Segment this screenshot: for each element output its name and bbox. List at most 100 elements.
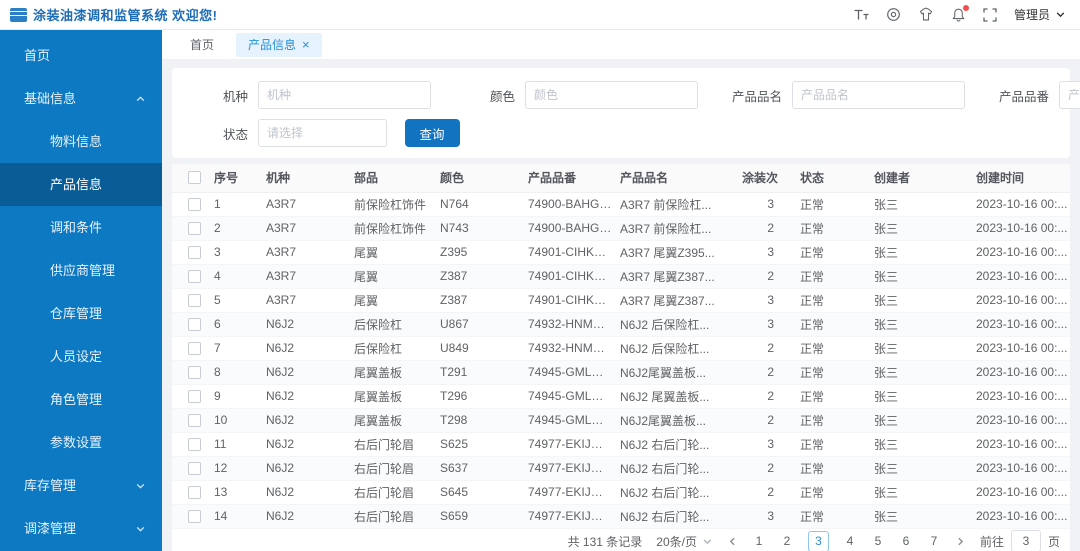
sidebar-item-product-info[interactable]: 产品信息 [0,163,162,206]
cell-coating-times: 3 [734,288,792,313]
page-button-6[interactable]: 6 [899,534,913,548]
chevron-down-icon [135,523,146,534]
page-button-3[interactable]: 3 [807,530,829,551]
cell-part: 后保险杠 [346,336,432,361]
cell-machine: N6J2 [258,312,346,337]
notification-badge [962,4,969,11]
page-button-4[interactable]: 4 [843,534,857,548]
page-button-7[interactable]: 7 [927,534,941,548]
sidebar-item-paint-mgmt[interactable]: 调漆管理 [0,507,162,550]
cell-product-name: A3R7 尾翼Z387... [612,264,734,289]
select-all-checkbox[interactable] [188,171,201,185]
goto-label: 前往 [979,534,1004,549]
cell-part: 右后门轮眉 [346,480,432,505]
theme-shirt-icon[interactable] [918,7,934,22]
cell-product-number: 74932-HNMP0... [520,312,612,337]
cell-product-name: N6J2 后保险杠... [612,312,734,337]
sidebar-item-mix-conditions[interactable]: 调和条件 [0,206,162,249]
cell-coating-times: 2 [734,456,792,481]
next-page-button[interactable] [955,536,966,547]
goto-page-input[interactable] [1010,530,1041,551]
cell-index: 13 [206,480,258,505]
cell-machine: N6J2 [258,336,346,361]
machine-input[interactable] [258,81,431,109]
table-row: 8 N6J2 尾翼盖板 T291 74945-GMLO0... N6J2尾翼盖板... 2 正… [172,360,1070,385]
row-checkbox[interactable] [188,485,201,499]
row-checkbox[interactable] [188,389,201,403]
cell-color: Z387 [432,288,520,313]
sidebar-item-label: 调漆管理 [24,521,77,536]
sidebar-item-supplier-mgmt[interactable]: 供应商管理 [0,249,162,292]
status-select[interactable] [258,119,387,147]
cell-created-time: 2023-10-16 00:... [968,432,1070,457]
cell-index: 7 [206,336,258,361]
sidebar-item-basic-info[interactable]: 基础信息 [0,77,162,120]
cell-machine: N6J2 [258,384,346,409]
close-icon[interactable]: × [302,38,310,51]
sidebar-item-inventory-mgmt[interactable]: 库存管理 [0,464,162,507]
sidebar-item-material-info[interactable]: 物料信息 [0,120,162,163]
row-checkbox[interactable] [188,293,201,307]
prev-page-button[interactable] [727,536,738,547]
tab-product-info[interactable]: 产品信息 × [236,32,322,57]
row-checkbox[interactable] [188,461,201,475]
search-button[interactable]: 查询 [404,119,460,147]
page-button-1[interactable]: 1 [752,534,766,548]
cell-coating-times: 3 [734,504,792,529]
row-checkbox[interactable] [188,269,201,283]
cell-created-time: 2023-10-16 00:... [968,456,1070,481]
cell-coating-times: 2 [734,336,792,361]
page-button-2[interactable]: 2 [780,534,794,548]
table-row: 9 N6J2 尾翼盖板 T296 74945-GMLO0... N6J2 尾翼盖板... 2… [172,384,1070,409]
cell-part: 前保险杠饰件 [346,216,432,241]
cell-part: 尾翼盖板 [346,408,432,433]
product-name-input[interactable] [792,81,965,109]
cell-index: 8 [206,360,258,385]
cell-machine: A3R7 [258,264,346,289]
cell-product-number: 74977-EKIJM0... [520,480,612,505]
sidebar-item-param-settings[interactable]: 参数设置 [0,421,162,464]
sidebar-item-role-mgmt[interactable]: 角色管理 [0,378,162,421]
pagination: 共 131 条记录 20条/页 1234567 前往 页 [172,529,1070,551]
page-button-5[interactable]: 5 [871,534,885,548]
row-checkbox[interactable] [188,365,201,379]
notification-bell-icon[interactable] [951,4,969,23]
user-menu[interactable]: 管理员 [1014,6,1066,23]
page-size-select[interactable]: 20条/页 [656,533,713,550]
column-header-machine: 机种 [258,164,346,193]
cell-coating-times: 2 [734,408,792,433]
font-size-icon[interactable] [853,8,869,22]
filter-label-product-name: 产品品名 [731,89,782,104]
row-checkbox[interactable] [188,245,201,259]
user-name: 管理员 [1013,8,1050,22]
table-row: 14 N6J2 右后门轮眉 S659 74977-EKIJM0... N6J2 右后门轮.… [172,504,1070,529]
cell-status: 正常 [792,480,866,505]
cell-machine: A3R7 [258,240,346,265]
color-input[interactable] [525,81,698,109]
row-checkbox[interactable] [188,317,201,331]
help-circle-icon[interactable] [886,7,901,22]
fullscreen-icon[interactable] [983,7,997,22]
cell-created-time: 2023-10-16 00:... [968,408,1070,433]
cell-color: S645 [432,480,520,505]
sidebar-item-warehouse-mgmt[interactable]: 仓库管理 [0,292,162,335]
cell-creator: 张三 [866,504,968,529]
sidebar-item-label: 供应商管理 [50,263,116,278]
cell-product-name: N6J2 右后门轮... [612,480,734,505]
chevron-down-icon [1055,9,1066,20]
cell-product-name: N6J2 右后门轮... [612,504,734,529]
sidebar-item-personnel-setup[interactable]: 人员设定 [0,335,162,378]
tab-home[interactable]: 首页 [184,33,220,57]
main-area: 首页 产品信息 × 机种 颜色 产品品名 [162,30,1080,551]
row-checkbox[interactable] [188,509,201,523]
cell-machine: N6J2 [258,432,346,457]
row-checkbox[interactable] [188,413,201,427]
sidebar-item-home[interactable]: 首页 [0,34,162,77]
cell-product-number: 74945-GMLO0... [520,408,612,433]
cell-status: 正常 [792,360,866,385]
product-number-input[interactable] [1059,81,1080,109]
row-checkbox[interactable] [188,197,201,211]
row-checkbox[interactable] [188,437,201,451]
row-checkbox[interactable] [188,221,201,235]
row-checkbox[interactable] [188,341,201,355]
